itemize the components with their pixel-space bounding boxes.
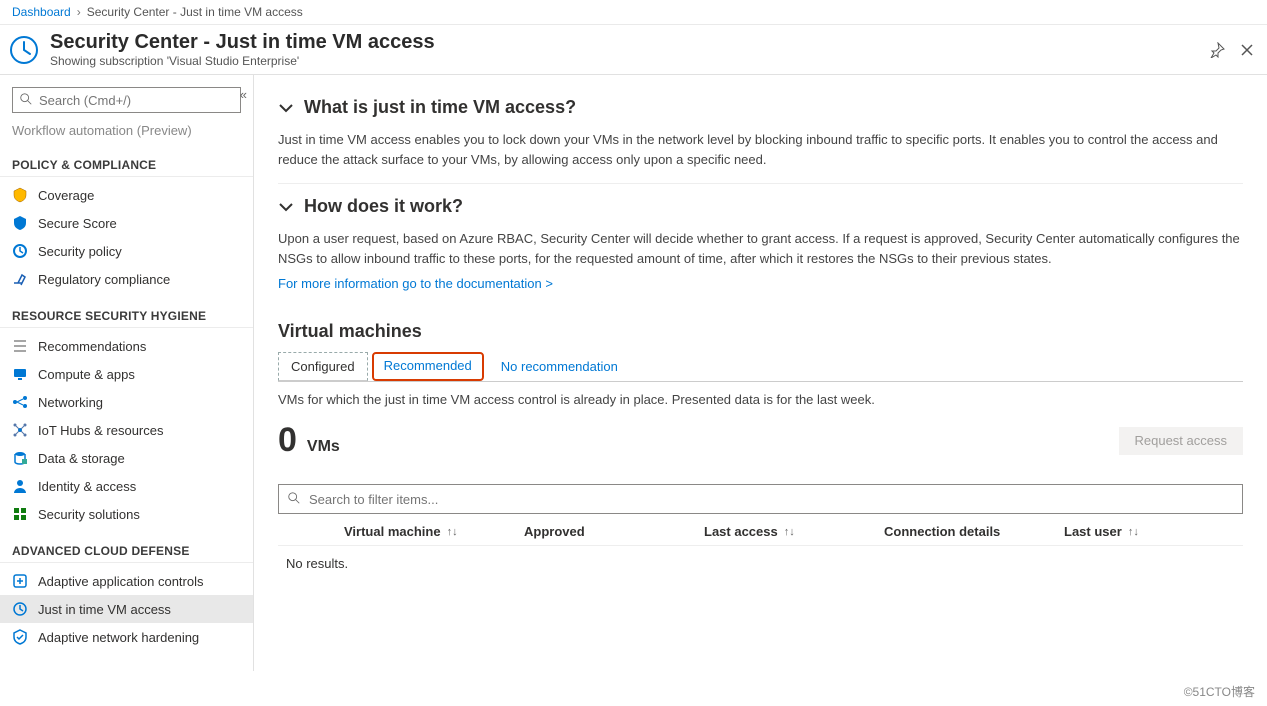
sidebar-item-label: Regulatory compliance (38, 272, 170, 287)
list-icon (12, 338, 28, 354)
search-icon (287, 491, 301, 508)
sidebar-item-label: IoT Hubs & resources (38, 423, 163, 438)
tab-configured[interactable]: Configured (278, 352, 368, 381)
page-subtitle: Showing subscription 'Visual Studio Ente… (50, 54, 435, 68)
gavel-icon (12, 271, 28, 287)
vm-section-title: Virtual machines (278, 321, 1243, 342)
clock-icon (12, 601, 28, 617)
col-connection-details[interactable]: Connection details (884, 524, 1064, 539)
net-hardening-icon (12, 629, 28, 645)
sidebar-item-iot[interactable]: IoT Hubs & resources (0, 416, 253, 444)
sidebar: « Workflow automation (Preview) POLICY &… (0, 75, 254, 671)
sidebar-item-label: Adaptive network hardening (38, 630, 199, 645)
breadcrumb: Dashboard › Security Center - Just in ti… (0, 0, 1267, 25)
sidebar-item-label: Security solutions (38, 507, 140, 522)
vm-tabs: Configured Recommended No recommendation (278, 352, 1243, 382)
sidebar-item-networking[interactable]: Networking (0, 388, 253, 416)
watermark: ©51CTO博客 (1184, 683, 1255, 700)
tab-description: VMs for which the just in time VM access… (278, 392, 1243, 407)
table-header: Virtual machine↑↓ Approved Last access↑↓… (278, 518, 1243, 546)
filter-input-wrapper[interactable] (278, 484, 1243, 514)
col-last-user[interactable]: Last user↑↓ (1064, 524, 1204, 539)
vm-count-number: 0 (278, 421, 297, 460)
sidebar-item-secure-score[interactable]: Secure Score (0, 209, 253, 237)
search-icon (19, 92, 33, 109)
search-input[interactable] (39, 93, 234, 108)
sidebar-item-label: Recommendations (38, 339, 146, 354)
sidebar-item-adaptive-net[interactable]: Adaptive network hardening (0, 623, 253, 651)
chevron-right-icon: › (77, 5, 81, 19)
sidebar-item-regulatory[interactable]: Regulatory compliance (0, 265, 253, 293)
content-area: What is just in time VM access? Just in … (254, 75, 1267, 671)
sidebar-item-compute[interactable]: Compute & apps (0, 360, 253, 388)
sidebar-group-policy: POLICY & COMPLIANCE (0, 142, 253, 177)
expander-title: What is just in time VM access? (304, 97, 576, 118)
expander-body-1: Just in time VM access enables you to lo… (278, 124, 1243, 184)
documentation-link[interactable]: For more information go to the documenta… (278, 276, 553, 291)
sidebar-item-solutions[interactable]: Security solutions (0, 500, 253, 528)
collapse-sidebar-icon[interactable]: « (240, 87, 247, 102)
sidebar-item-label: Secure Score (38, 216, 117, 231)
breadcrumb-current: Security Center - Just in time VM access (87, 5, 303, 19)
identity-icon (12, 478, 28, 494)
sidebar-cut-item[interactable]: Workflow automation (Preview) (0, 119, 253, 142)
request-access-button[interactable]: Request access (1119, 427, 1244, 455)
compute-icon (12, 366, 28, 382)
col-approved[interactable]: Approved (524, 524, 704, 539)
expander-how-works[interactable]: How does it work? (278, 190, 1243, 223)
clock-icon (8, 34, 40, 66)
col-last-access[interactable]: Last access↑↓ (704, 524, 884, 539)
sidebar-item-label: Just in time VM access (38, 602, 171, 617)
page-title: Security Center - Just in time VM access (50, 31, 435, 54)
sort-icon: ↑↓ (1128, 526, 1139, 538)
sidebar-item-label: Adaptive application controls (38, 574, 204, 589)
sidebar-item-jit[interactable]: Just in time VM access (0, 595, 253, 623)
sidebar-item-label: Security policy (38, 244, 122, 259)
sidebar-item-label: Data & storage (38, 451, 125, 466)
sidebar-item-label: Networking (38, 395, 103, 410)
sidebar-item-coverage[interactable]: Coverage (0, 181, 253, 209)
sort-icon: ↑↓ (784, 526, 795, 538)
network-icon (12, 394, 28, 410)
sort-icon: ↑↓ (447, 526, 458, 538)
expander-title: How does it work? (304, 196, 463, 217)
table-no-results: No results. (278, 546, 1243, 581)
expander-what-is[interactable]: What is just in time VM access? (278, 91, 1243, 124)
close-icon[interactable] (1239, 42, 1255, 58)
chevron-down-icon (278, 100, 294, 116)
coverage-icon (12, 187, 28, 203)
data-icon (12, 450, 28, 466)
app-controls-icon (12, 573, 28, 589)
chevron-down-icon (278, 199, 294, 215)
sidebar-item-security-policy[interactable]: Security policy (0, 237, 253, 265)
search-input-wrapper[interactable] (12, 87, 241, 113)
title-bar: Security Center - Just in time VM access… (0, 25, 1267, 75)
vm-count-label: VMs (307, 438, 340, 456)
breadcrumb-root[interactable]: Dashboard (12, 5, 71, 19)
expander-body-2: Upon a user request, based on Azure RBAC… (278, 223, 1243, 276)
col-virtual-machine[interactable]: Virtual machine↑↓ (344, 524, 524, 539)
pin-icon[interactable] (1209, 42, 1225, 58)
shield-icon (12, 215, 28, 231)
sidebar-group-hygiene: RESOURCE SECURITY HYGIENE (0, 293, 253, 328)
sidebar-item-label: Compute & apps (38, 367, 135, 382)
sidebar-item-data[interactable]: Data & storage (0, 444, 253, 472)
grid-icon (12, 506, 28, 522)
filter-input[interactable] (309, 492, 1234, 507)
sidebar-item-identity[interactable]: Identity & access (0, 472, 253, 500)
tab-no-recommendation[interactable]: No recommendation (488, 352, 631, 381)
sidebar-item-label: Identity & access (38, 479, 136, 494)
sidebar-item-recommendations[interactable]: Recommendations (0, 332, 253, 360)
tab-recommended[interactable]: Recommended (372, 352, 484, 381)
sidebar-item-label: Coverage (38, 188, 94, 203)
iot-icon (12, 422, 28, 438)
sidebar-group-defense: ADVANCED CLOUD DEFENSE (0, 528, 253, 563)
policy-icon (12, 243, 28, 259)
sidebar-item-adaptive-app[interactable]: Adaptive application controls (0, 567, 253, 595)
